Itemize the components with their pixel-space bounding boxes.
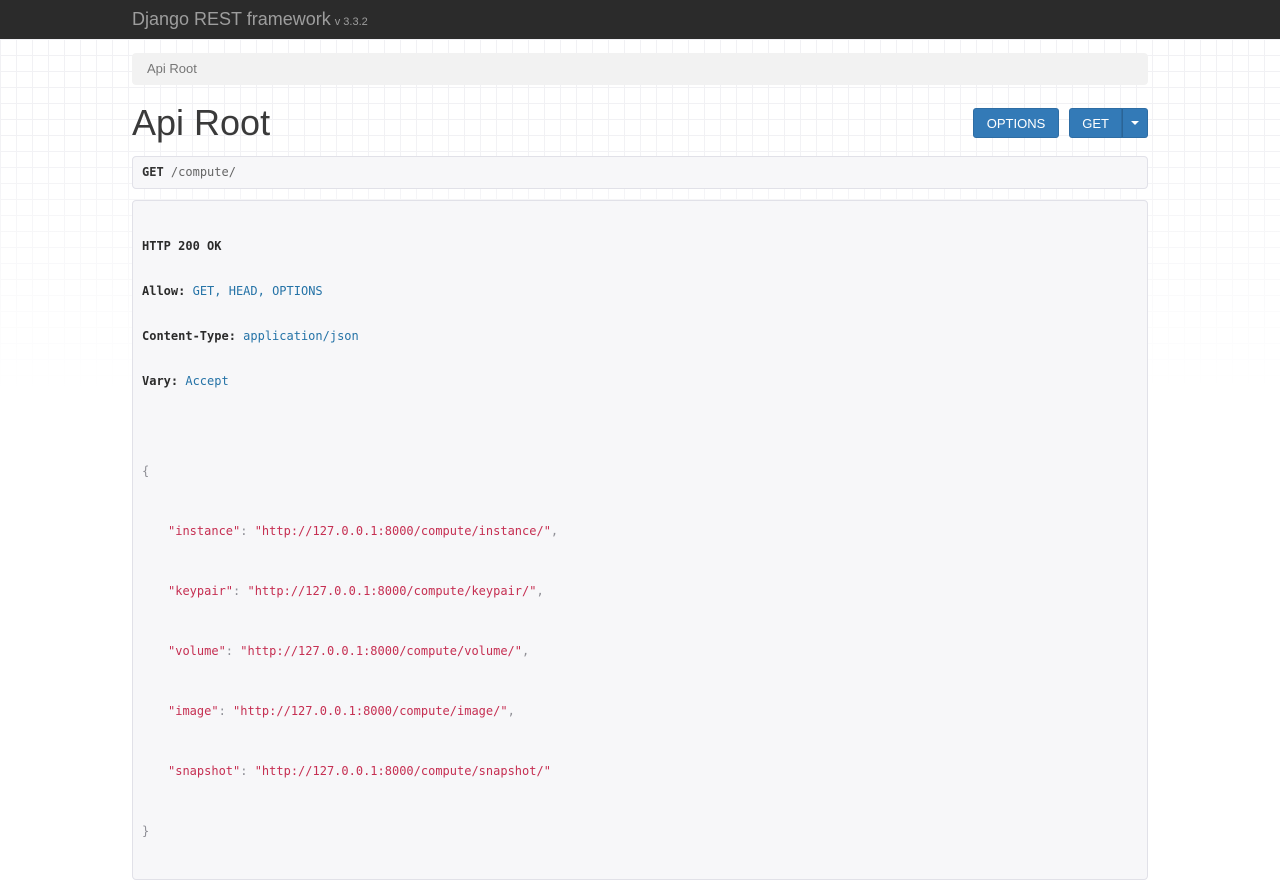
header-name: Allow: <box>142 284 185 298</box>
json-row: "instance": "http://127.0.0.1:8000/compu… <box>142 524 1138 539</box>
json-comma: , <box>551 524 558 538</box>
json-colon: : <box>240 764 254 778</box>
json-close-brace: } <box>142 824 1138 839</box>
breadcrumb-item-api-root[interactable]: Api Root <box>147 61 197 76</box>
caret-down-icon <box>1131 121 1139 125</box>
json-key: "image" <box>168 704 219 718</box>
json-key: "snapshot" <box>168 764 240 778</box>
response-header-row: Vary: Accept <box>142 374 1138 389</box>
navbar-inner: Django REST framework v 3.3.2 <box>132 9 1148 30</box>
options-button[interactable]: OPTIONS <box>973 108 1060 138</box>
header-value: GET, HEAD, OPTIONS <box>193 284 323 298</box>
json-colon: : <box>240 524 254 538</box>
json-url-link[interactable]: "http://127.0.0.1:8000/compute/image/" <box>233 704 508 718</box>
json-key: "volume" <box>168 644 226 658</box>
request-summary: GET /compute/ <box>132 156 1148 189</box>
json-url-link[interactable]: "http://127.0.0.1:8000/compute/snapshot/… <box>255 764 551 778</box>
heading-row: Api Root OPTIONS GET <box>132 100 1148 146</box>
response-panel: HTTP 200 OK Allow: GET, HEAD, OPTIONS Co… <box>132 200 1148 880</box>
header-name: Vary: <box>142 374 178 388</box>
json-key: "keypair" <box>168 584 233 598</box>
json-colon: : <box>226 644 240 658</box>
page-title: Api Root <box>132 102 270 144</box>
breadcrumb: Api Root <box>132 53 1148 85</box>
json-url-link[interactable]: "http://127.0.0.1:8000/compute/volume/" <box>240 644 522 658</box>
json-key: "instance" <box>168 524 240 538</box>
request-path: /compute/ <box>171 165 236 179</box>
response-header-row: Content-Type: application/json <box>142 329 1138 344</box>
status-line: HTTP 200 OK <box>142 239 1138 254</box>
json-row: "volume": "http://127.0.0.1:8000/compute… <box>142 644 1138 659</box>
get-dropdown-toggle[interactable] <box>1122 108 1148 138</box>
header-value: application/json <box>243 329 359 343</box>
json-comma: , <box>522 644 529 658</box>
header-value: Accept <box>185 374 228 388</box>
json-colon: : <box>233 584 247 598</box>
json-url-link[interactable]: "http://127.0.0.1:8000/compute/keypair/" <box>247 584 536 598</box>
top-navbar: Django REST framework v 3.3.2 <box>0 0 1280 39</box>
blank-line <box>142 419 1138 434</box>
version-label: v 3.3.2 <box>335 16 368 28</box>
request-method: GET <box>142 165 164 179</box>
json-row: "snapshot": "http://127.0.0.1:8000/compu… <box>142 764 1138 779</box>
get-button-group: GET <box>1069 108 1148 138</box>
response-header-row: Allow: GET, HEAD, OPTIONS <box>142 284 1138 299</box>
header-name: Content-Type: <box>142 329 236 343</box>
json-comma: , <box>508 704 515 718</box>
json-url-link[interactable]: "http://127.0.0.1:8000/compute/instance/… <box>255 524 551 538</box>
brand-title: Django REST framework <box>132 9 331 29</box>
json-open-brace: { <box>142 464 1138 479</box>
main-container: Api Root Api Root OPTIONS GET GET /compu… <box>132 53 1148 880</box>
brand-link[interactable]: Django REST framework v 3.3.2 <box>132 9 368 30</box>
json-colon: : <box>219 704 233 718</box>
get-button[interactable]: GET <box>1069 108 1122 138</box>
action-buttons: OPTIONS GET <box>973 108 1148 138</box>
json-comma: , <box>536 584 543 598</box>
json-row: "image": "http://127.0.0.1:8000/compute/… <box>142 704 1138 719</box>
json-row: "keypair": "http://127.0.0.1:8000/comput… <box>142 584 1138 599</box>
